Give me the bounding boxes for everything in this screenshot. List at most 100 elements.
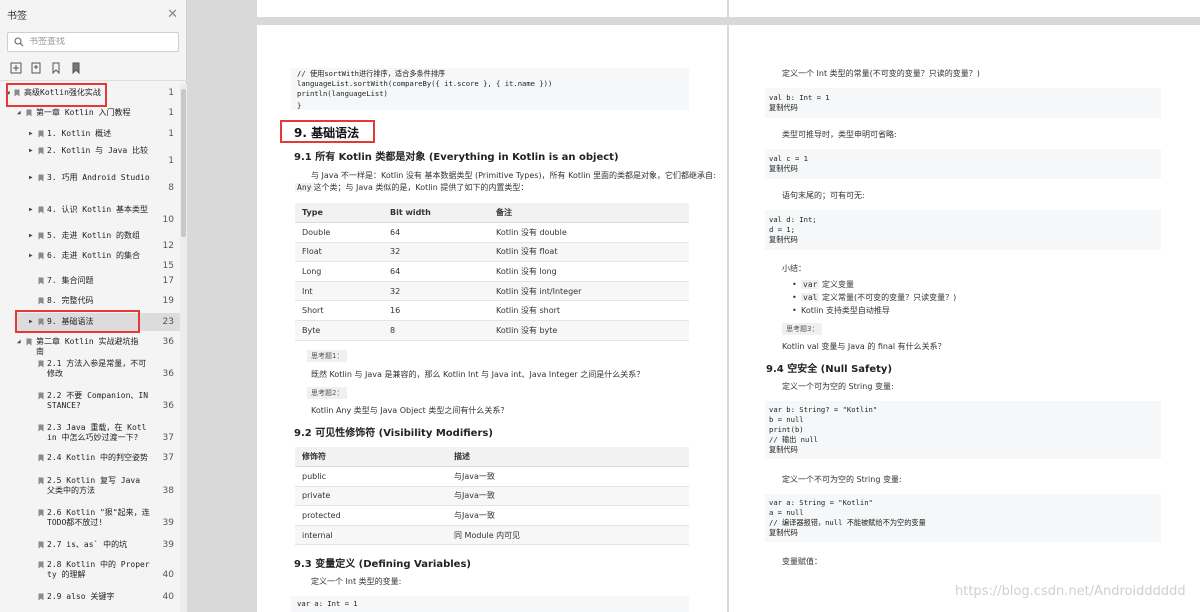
bookmark-item[interactable]: ▶ 2. Kotlin 与 Java 比较 1 <box>0 146 180 166</box>
bookmark-search-input[interactable] <box>29 37 169 47</box>
bookmark-page-number: 1 <box>168 156 174 166</box>
code-line: var a: String = "Kotlin" <box>769 498 873 507</box>
table-cell: Short <box>295 300 383 322</box>
caret-right-icon[interactable]: ▶ <box>29 173 33 183</box>
caret-right-icon[interactable]: ▶ <box>29 231 33 241</box>
bookmark-icon[interactable] <box>50 62 62 74</box>
bookmark-icon <box>38 541 44 549</box>
scrollbar-thumb[interactable] <box>181 89 186 237</box>
bookmark-page-number: 12 <box>162 241 174 251</box>
code-line: // 编译器报错，null 不能被赋给不为空的变量 <box>769 518 926 527</box>
bookmark-item[interactable]: ◢ 第一章 Kotlin 入门教程 1 <box>0 108 180 118</box>
divider <box>0 80 187 81</box>
bookmark-page-number: 37 <box>162 433 174 443</box>
bookmark-item[interactable]: ◢ 高级Kotlin强化实战 1 <box>0 88 180 98</box>
document-page-left: // 使用sortWith进行排序，适合多条件排序 languageList.s… <box>257 25 727 612</box>
copy-code-label[interactable]: 复制代码 <box>769 528 798 538</box>
code-line: val d: Int; <box>769 215 817 224</box>
paragraph: Kotlin val 变量与 Java 的 final 有什么关系？ <box>782 342 946 351</box>
visibility-modifiers-table: 修饰符 描述 public 与Java一致 private 与Java一致 protecte… <box>295 447 689 546</box>
bookmark-icon <box>38 277 44 285</box>
caret-down-icon[interactable]: ◢ <box>17 337 21 347</box>
close-icon[interactable]: ✕ <box>167 8 178 21</box>
table-cell: 16 <box>383 300 489 322</box>
bookmark-icon <box>38 297 44 305</box>
code-line: a = null <box>769 508 804 517</box>
paragraph: 既然 Kotlin 与 Java 是兼容的，那么 Kotlin Int 与 Ja… <box>311 370 645 379</box>
copy-code-label[interactable]: 复制代码 <box>769 235 798 245</box>
caret-down-icon[interactable]: ◢ <box>6 88 10 98</box>
bookmark-item[interactable]: ▶ 9. 基础语法 23 <box>0 317 180 327</box>
bookmark-item[interactable]: 2.3 Java 重载，在 Kotlin 中怎么巧妙过渡一下? 37 <box>0 423 180 443</box>
bullet-item: Kotlin 支持类型自动推导 <box>792 305 890 316</box>
bookmark-item[interactable]: 2.2 不要 Companion、INSTANCE? 36 <box>0 391 180 411</box>
bookmark-page-number: 36 <box>162 337 174 347</box>
caret-right-icon[interactable]: ▶ <box>29 146 33 156</box>
table-cell: Byte <box>295 320 383 341</box>
expand-bookmark-icon[interactable] <box>10 62 22 74</box>
bookmark-item[interactable]: 2.8 Kotlin 中的 Property 的理解 40 <box>0 560 180 580</box>
bookmark-icon <box>38 454 44 462</box>
subsection-heading: 9.2 可见性修饰符 (Visibility Modifiers) <box>294 428 493 439</box>
caret-right-icon[interactable]: ▶ <box>29 129 33 139</box>
caret-down-icon[interactable]: ◢ <box>17 108 21 118</box>
bookmark-label: 2.2 不要 Companion、INSTANCE? <box>47 391 149 410</box>
bookmark-icon <box>38 477 44 485</box>
code-line: print(b) <box>769 425 804 434</box>
table-cell: Kotlin 没有 double <box>489 222 689 243</box>
bookmark-item[interactable]: 7. 集合问题 17 <box>0 276 180 286</box>
caret-right-icon[interactable]: ▶ <box>29 317 33 327</box>
bookmark-item[interactable]: 2.1 方法入参是常量，不可修改 36 <box>0 359 180 379</box>
table-cell: private <box>295 486 447 507</box>
table-cell: Kotlin 没有 long <box>489 261 689 282</box>
caret-right-icon[interactable]: ▶ <box>29 251 33 261</box>
bookmark-label: 6. 走进 Kotlin 的集合 <box>47 251 140 260</box>
bookmark-search-box[interactable] <box>7 32 179 52</box>
code-block: // 使用sortWith进行排序，适合多条件排序 languageList.s… <box>291 68 689 110</box>
table-cell: Kotlin 没有 short <box>489 300 689 322</box>
bookmark-item[interactable]: 2.6 Kotlin "狠"起来，连TODO都不放过! 39 <box>0 508 180 528</box>
caret-right-icon[interactable]: ▶ <box>29 205 33 215</box>
table-row: Byte 8 Kotlin 没有 byte <box>295 320 689 341</box>
bookmark-page-number: 37 <box>162 453 174 463</box>
bookmark-item[interactable]: ▶ 6. 走进 Kotlin 的集合 15 <box>0 251 180 271</box>
copy-code-label[interactable]: 复制代码 <box>769 164 798 174</box>
bookmark-icon <box>38 318 44 326</box>
code-block: var b: String? = "Kotlin" b = null print… <box>765 401 1161 459</box>
bookmark-item[interactable]: 2.7 is、as` 中的坑 39 <box>0 540 180 550</box>
bookmark-item[interactable]: ▶ 1. Kotlin 概述 1 <box>0 129 180 139</box>
bookmark-item[interactable]: ▶ 4. 认识 Kotlin 基本类型 10 <box>0 205 180 225</box>
bookmark-item[interactable]: ▶ 5. 走进 Kotlin 的数组 12 <box>0 231 180 251</box>
copy-code-label[interactable]: 复制代码 <box>769 103 798 113</box>
bookmark-page-number: 8 <box>168 183 174 193</box>
bookmark-panel-header: 书签 ✕ <box>0 0 186 28</box>
bookmark-item[interactable]: 8. 完整代码 19 <box>0 296 180 306</box>
table-cell: 32 <box>383 281 489 302</box>
bookmark-page-number: 1 <box>168 88 174 98</box>
paragraph: 定义一个 Int 类型的变量: <box>311 577 402 586</box>
bookmark-outline-icon[interactable] <box>70 62 82 74</box>
table-cell: public <box>295 466 447 487</box>
bookmark-item[interactable]: 2.4 Kotlin 中的判空姿势 37 <box>0 453 180 463</box>
bookmark-page-number: 10 <box>162 215 174 225</box>
bookmark-item[interactable]: ▶ 3. 巧用 Android Studio 8 <box>0 173 180 193</box>
table-cell: 同 Module 内可见 <box>447 525 689 546</box>
bookmark-icon <box>38 252 44 260</box>
search-icon <box>14 37 24 47</box>
bookmark-icon <box>14 89 20 97</box>
code-line: println(languageList) <box>297 89 388 98</box>
copy-code-label[interactable]: 复制代码 <box>769 445 798 455</box>
code-line: var b: String? = "Kotlin" <box>769 405 878 414</box>
code-block: val d: Int; d = 1; 复制代码 <box>765 210 1161 250</box>
bookmark-item[interactable]: 2.9 also 关键字 40 <box>0 592 180 602</box>
bookmark-label: 高级Kotlin强化实战 <box>24 88 101 97</box>
document-page-right: 定义一个 Int 类型的常量(不可变的变量？只读的变量？) val b: Int… <box>729 25 1200 612</box>
bookmark-item[interactable]: ◢ 第二章 Kotlin 实战避坑指南 36 <box>0 337 180 356</box>
add-bookmark-icon[interactable] <box>30 62 42 74</box>
bookmark-page-number: 1 <box>168 129 174 139</box>
bookmark-page-number: 36 <box>162 369 174 379</box>
bookmark-tree: ◢ 高级Kotlin强化实战 1 ◢ 第一章 Kotlin 入门教程 1 ▶ 1. Kotli… <box>0 84 187 612</box>
bookmark-item[interactable]: 2.5 Kotlin 复写 Java 父类中的方法 38 <box>0 476 180 496</box>
bookmark-icon <box>38 424 44 432</box>
code-line: languageList.sortWith(compareBy({ it.sco… <box>297 79 553 88</box>
